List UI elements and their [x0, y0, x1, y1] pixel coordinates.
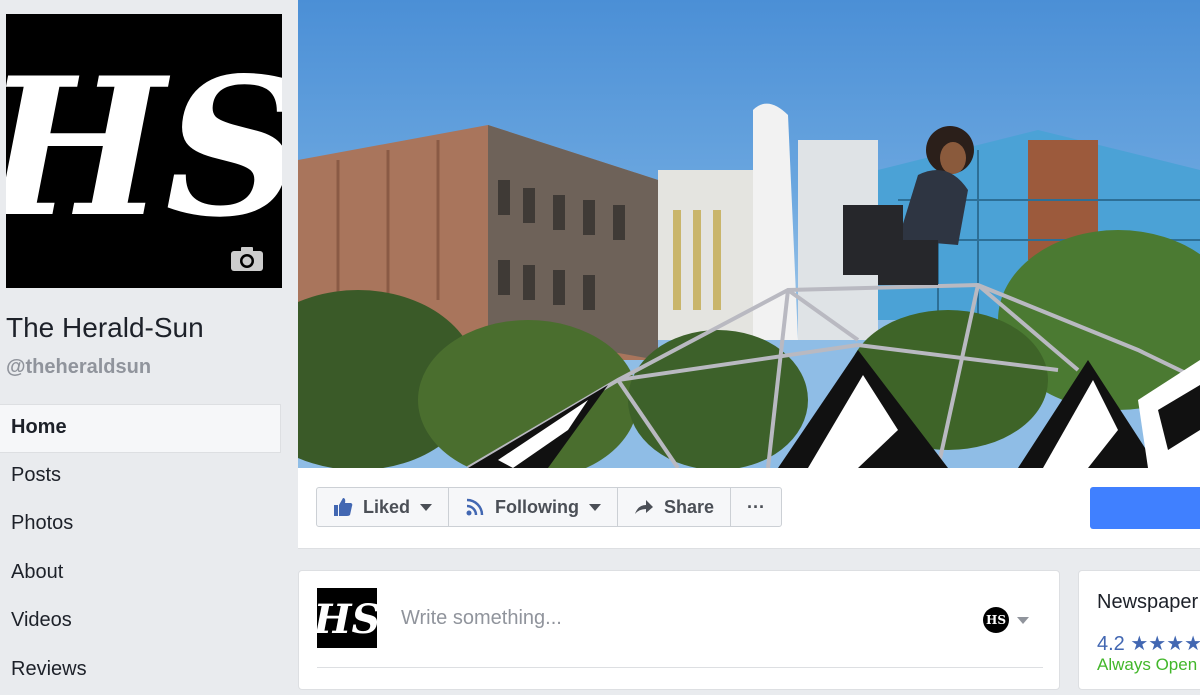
chevron-down-icon — [589, 504, 601, 511]
cover-illustration — [298, 0, 1200, 468]
share-button[interactable]: Share — [617, 487, 731, 527]
sidebar-item-videos[interactable]: Videos — [0, 598, 281, 647]
following-button[interactable]: Following — [448, 487, 618, 527]
page-rating[interactable]: 4.2 ★★★★ — [1097, 631, 1200, 656]
page-info-card: Newspaper 4.2 ★★★★ Always Open — [1078, 570, 1200, 690]
chevron-down-icon — [420, 504, 432, 511]
herald-sun-logo-small: HS — [317, 588, 377, 648]
sidebar-item-about[interactable]: About — [0, 550, 281, 599]
action-bar: Liked Following Share ··· — [298, 468, 1200, 549]
left-sidebar: HS The Herald-Sun @theheraldsun Home Pos… — [0, 0, 298, 674]
more-dots-icon: ··· — [747, 497, 765, 518]
page-handle[interactable]: @theheraldsun — [6, 356, 151, 379]
avatar: HS — [317, 588, 377, 648]
divider — [317, 667, 1043, 668]
share-label: Share — [664, 497, 714, 518]
primary-action-button[interactable] — [1090, 487, 1200, 529]
sidebar-item-reviews[interactable]: Reviews — [0, 647, 281, 695]
profile-picture[interactable]: HS — [6, 14, 282, 288]
thumbs-up-icon — [333, 497, 353, 517]
following-label: Following — [495, 497, 579, 518]
camera-icon[interactable] — [230, 246, 264, 272]
sidebar-item-home[interactable]: Home — [0, 404, 281, 453]
cover-photo[interactable] — [298, 0, 1200, 468]
post-composer: HS Write something... HS — [298, 570, 1060, 690]
page-title[interactable]: The Herald-Sun — [6, 312, 204, 344]
liked-button[interactable]: Liked — [316, 487, 449, 527]
share-arrow-icon — [634, 498, 654, 516]
open-status: Always Open — [1097, 655, 1197, 675]
chevron-down-icon — [1017, 617, 1029, 624]
page-avatar-icon: HS — [983, 607, 1009, 633]
svg-text:HS: HS — [317, 596, 377, 643]
liked-label: Liked — [363, 497, 410, 518]
page-category[interactable]: Newspaper — [1097, 591, 1198, 614]
sidebar-item-posts[interactable]: Posts — [0, 453, 281, 502]
sidebar-item-photos[interactable]: Photos — [0, 501, 281, 550]
post-as-selector[interactable]: HS — [983, 607, 1029, 633]
sidebar-nav: Home Posts Photos About Videos Reviews — [0, 404, 281, 695]
composer-input[interactable]: Write something... — [401, 607, 562, 630]
svg-text:HS: HS — [6, 36, 282, 259]
more-options-button[interactable]: ··· — [730, 487, 782, 527]
page-action-buttons: Liked Following Share ··· — [316, 487, 781, 529]
rss-icon — [465, 497, 485, 517]
